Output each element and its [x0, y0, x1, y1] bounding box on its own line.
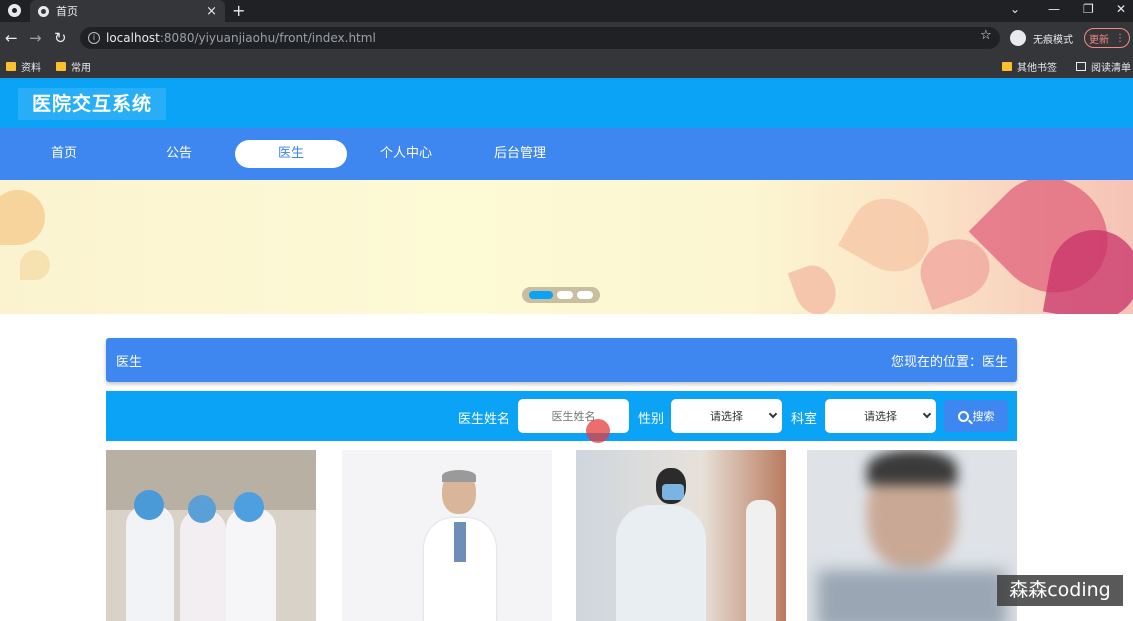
nav-notice[interactable]: 公告	[123, 140, 235, 168]
breadcrumb: 医生 您现在的位置：医生	[106, 338, 1017, 382]
nav-personal-center[interactable]: 个人中心	[350, 140, 462, 168]
update-label: 更新	[1089, 34, 1109, 46]
nav-doctor[interactable]: 医生	[235, 140, 347, 168]
doctor-card[interactable]	[807, 450, 1017, 621]
watermark: 森森coding	[997, 575, 1123, 606]
bookmark-label: 资料	[21, 63, 41, 74]
url-host: localhost	[106, 31, 160, 45]
doctor-card[interactable]	[106, 450, 316, 621]
carousel-dot[interactable]	[577, 291, 593, 299]
carousel-indicators	[522, 287, 600, 303]
photo-hair	[442, 470, 476, 482]
photo-hair	[867, 450, 957, 485]
doctor-card[interactable]	[342, 450, 552, 621]
bookmark-folder[interactable]: 资料	[6, 59, 41, 74]
browser-menu-icon[interactable]	[8, 4, 21, 17]
carousel-dot[interactable]	[529, 291, 553, 299]
banner-flower	[787, 259, 843, 314]
current-location: 您现在的位置：医生	[890, 355, 1008, 370]
folder-icon	[6, 62, 16, 71]
tab-close-icon[interactable]: ×	[206, 4, 217, 19]
photo-person	[226, 508, 276, 621]
incognito-label: 无痕模式	[1033, 35, 1073, 46]
address-toolbar: ← → ↻ i localhost:8080/yiyuanjiaohu/fron…	[0, 22, 1133, 54]
bookmark-star-icon[interactable]: ☆	[980, 28, 992, 43]
bookmarks-bar: 资料 常用 其他书签 阅读清单	[0, 54, 1133, 78]
gender-label: 性别	[638, 412, 665, 427]
tab-title: 首页	[56, 5, 78, 18]
photo-cap	[134, 490, 164, 520]
incognito-icon[interactable]	[1010, 30, 1026, 46]
photo-person	[746, 500, 776, 621]
bookmark-label: 常用	[71, 63, 91, 74]
department-select-value: 请选择	[864, 410, 897, 423]
photo-cap	[234, 492, 264, 522]
photo-person	[126, 505, 174, 621]
gender-select[interactable]: 请选择	[671, 399, 782, 433]
folder-icon	[56, 62, 66, 71]
nav-admin[interactable]: 后台管理	[464, 140, 576, 168]
department-select[interactable]: 请选择	[825, 399, 936, 433]
banner-flower	[20, 250, 50, 280]
other-bookmarks[interactable]: 其他书签	[1002, 59, 1057, 74]
mouse-cursor-highlight	[586, 419, 610, 443]
forward-icon[interactable]: →	[29, 29, 42, 47]
browser-tab-strip: 首页 × + ⌄ — ❐ ✕	[0, 0, 1133, 22]
tab-favicon-icon	[38, 5, 49, 17]
search-button-label: 搜索	[972, 410, 995, 423]
new-tab-icon[interactable]: +	[232, 1, 245, 20]
site-info-icon[interactable]: i	[88, 32, 100, 44]
minimize-icon[interactable]: —	[1048, 2, 1060, 16]
more-menu-icon[interactable]: ⋮	[1115, 33, 1125, 44]
department-label: 科室	[791, 412, 818, 427]
tab-search-icon[interactable]: ⌄	[1010, 2, 1020, 16]
search-icon	[957, 410, 969, 422]
photo-coat	[817, 570, 1007, 621]
reading-list[interactable]: 阅读清单	[1076, 59, 1131, 74]
banner-flower	[0, 190, 45, 245]
photo-person	[180, 510, 226, 621]
chevron-down-icon	[922, 409, 932, 419]
web-page: 医院交互系统 首页 公告 医生 个人中心 后台管理 医生 您现在的位置：医生 医…	[0, 78, 1133, 621]
site-logo[interactable]: 医院交互系统	[18, 88, 167, 120]
nav-home[interactable]: 首页	[8, 140, 120, 168]
bookmark-label: 其他书签	[1017, 63, 1057, 74]
banner-carousel[interactable]	[0, 180, 1133, 314]
search-form: 医生姓名 性别 请选择 科室 请选择 搜索	[106, 391, 1017, 441]
reading-list-label: 阅读清单	[1091, 63, 1131, 74]
doctor-name-label: 医生姓名	[458, 412, 511, 427]
carousel-dot[interactable]	[557, 291, 573, 299]
reload-icon[interactable]: ↻	[54, 29, 67, 47]
site-header: 医院交互系统	[0, 78, 1133, 128]
url-input[interactable]: i localhost:8080/yiyuanjiaohu/front/inde…	[80, 27, 1000, 49]
photo-mask	[662, 484, 684, 500]
gender-select-value: 请选择	[710, 410, 743, 423]
photo-tie	[454, 522, 466, 562]
section-title: 医生	[116, 355, 143, 370]
bookmark-folder[interactable]: 常用	[56, 59, 91, 74]
chevron-down-icon	[768, 409, 778, 419]
window-close-icon[interactable]: ✕	[1116, 2, 1126, 16]
back-icon[interactable]: ←	[5, 29, 18, 47]
folder-icon	[1002, 62, 1012, 71]
reading-list-icon	[1076, 62, 1086, 71]
update-button[interactable]: 更新 ⋮	[1084, 28, 1130, 48]
doctor-name-input[interactable]	[518, 399, 629, 433]
browser-tab[interactable]: 首页 ×	[30, 0, 225, 22]
search-button[interactable]: 搜索	[944, 400, 1008, 432]
site-nav: 首页 公告 医生 个人中心 后台管理	[0, 128, 1133, 180]
url-path: :8080/yiyuanjiaohu/front/index.html	[159, 31, 376, 45]
photo-cap	[188, 495, 216, 523]
doctor-card[interactable]	[576, 450, 786, 621]
photo-coat	[616, 505, 706, 621]
doctor-card-list	[106, 450, 1017, 621]
restore-icon[interactable]: ❐	[1083, 2, 1094, 16]
